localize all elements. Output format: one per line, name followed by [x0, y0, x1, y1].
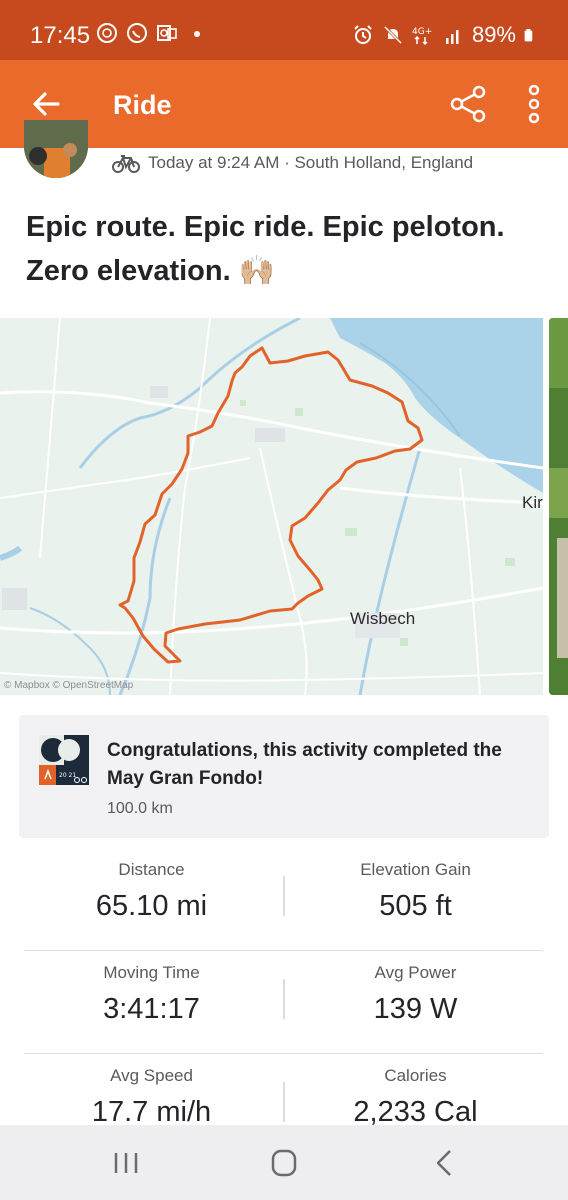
stats-row: Moving Time 3:41:17 Avg Power 139 W — [24, 951, 543, 1054]
svg-text:4G+: 4G+ — [412, 27, 432, 37]
challenge-title: Congratulations, this activity completed… — [107, 740, 502, 789]
back-nav-icon[interactable] — [424, 1147, 464, 1179]
stat-distance: Distance 65.10 mi — [24, 860, 279, 923]
stat-value: 65.10 mi — [95, 890, 208, 922]
outlook-icon — [157, 25, 177, 41]
status-bar: 17:45 4G+ 89% — [0, 0, 568, 60]
stat-value: 505 ft — [379, 890, 452, 922]
map-label-kir: Kir — [522, 493, 543, 512]
page-title: Ride — [113, 90, 172, 120]
share-icon[interactable] — [446, 82, 490, 126]
system-icons: 4G+ 89% — [352, 22, 538, 48]
stat-label: Moving Time — [103, 963, 200, 982]
signal-bars-icon — [445, 30, 459, 44]
stat-label: Avg Speed — [110, 1066, 193, 1085]
activity-stats: Distance 65.10 mi Elevation Gain 505 ft … — [24, 848, 543, 1157]
stat-avg-power: Avg Power 139 W — [288, 963, 543, 1026]
divider — [283, 876, 285, 916]
stat-elevation-gain: Elevation Gain 505 ft — [288, 860, 543, 923]
status-time: 17:45 — [30, 22, 91, 49]
stat-value: 3:41:17 — [103, 993, 200, 1025]
dot-icon — [194, 31, 200, 37]
route-map[interactable]: Wisbech Kir © Mapbox © OpenStreetMap — [0, 318, 543, 695]
more-vertical-icon[interactable] — [520, 80, 548, 128]
stat-label: Distance — [118, 860, 185, 879]
gran-fondo-badge-icon: 20 21 — [39, 735, 89, 785]
badge-year: 20 21 — [59, 772, 76, 779]
battery-percent: 89% — [471, 22, 516, 47]
recent-apps-icon[interactable] — [106, 1147, 146, 1179]
alarm-icon — [354, 25, 372, 44]
home-icon[interactable] — [264, 1147, 304, 1179]
activity-meta: Today at 9:24 AM · South Holland, Englan… — [112, 152, 473, 174]
activity-meta-text: Today at 9:24 AM · South Holland, Englan… — [148, 153, 474, 172]
arrow-left-icon[interactable] — [28, 86, 64, 122]
bike-icon — [112, 155, 140, 173]
signal-messenger-icon — [97, 23, 117, 43]
map-canvas — [0, 318, 543, 695]
athlete-avatar[interactable] — [24, 120, 88, 178]
stat-avg-speed: Avg Speed 17.7 mi/h — [24, 1066, 279, 1129]
stats-row: Distance 65.10 mi Elevation Gain 505 ft — [24, 848, 543, 951]
system-nav-bar — [0, 1125, 568, 1200]
stat-calories: Calories 2,233 Cal — [288, 1066, 543, 1129]
stat-label: Elevation Gain — [360, 860, 471, 879]
challenge-card[interactable]: 20 21 Congratulations, this activity com… — [19, 715, 549, 838]
activity-photo-thumbnail[interactable] — [549, 318, 568, 695]
notification-icons — [96, 22, 208, 44]
stat-value: 139 W — [373, 993, 458, 1025]
divider — [283, 979, 285, 1019]
stat-label: Calories — [384, 1066, 447, 1085]
whatsapp-icon — [127, 23, 147, 43]
stat-moving-time: Moving Time 3:41:17 — [24, 963, 279, 1026]
map-attribution: © Mapbox © OpenStreetMap — [4, 680, 134, 691]
activity-title: Epic route. Epic ride. Epic peloton. Zer… — [26, 211, 505, 287]
challenge-distance: 100.0 km — [107, 800, 173, 817]
mute-icon — [383, 25, 403, 45]
map-label-wisbech: Wisbech — [350, 609, 416, 628]
avatar-photo — [24, 120, 88, 178]
network-icon: 4G+ — [412, 27, 432, 46]
divider — [283, 1082, 285, 1122]
photo-image — [549, 318, 568, 695]
battery-icon — [524, 28, 533, 42]
stat-label: Avg Power — [374, 963, 457, 982]
